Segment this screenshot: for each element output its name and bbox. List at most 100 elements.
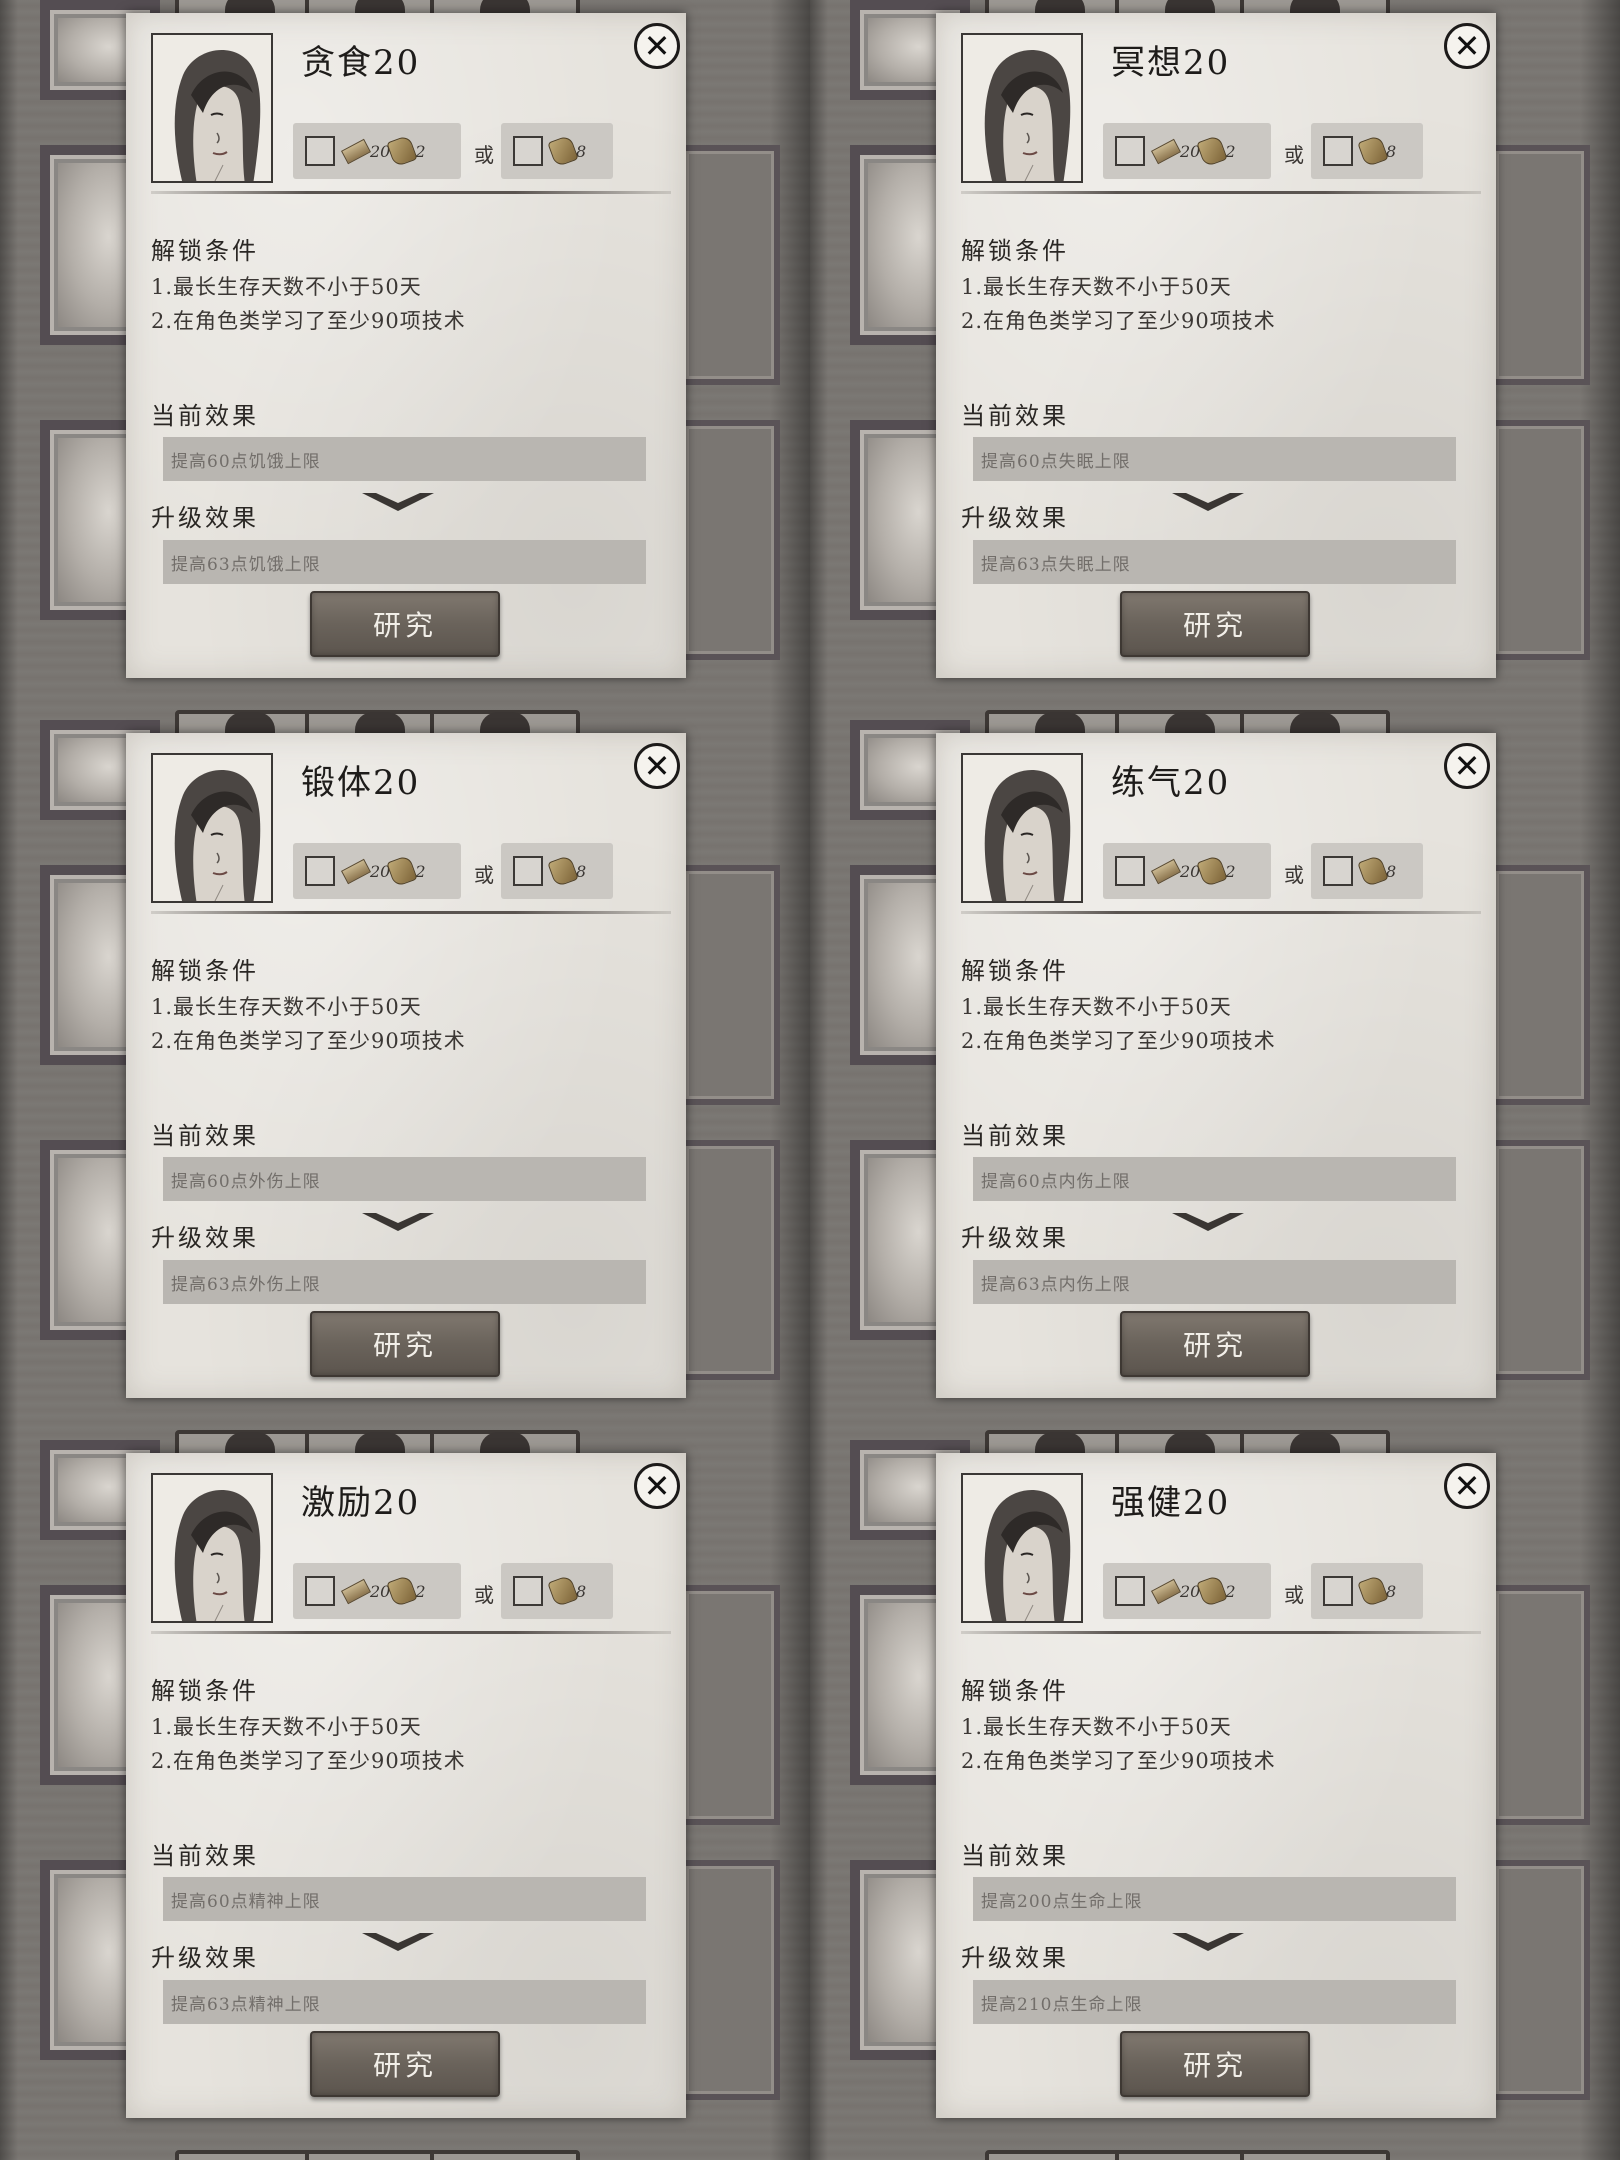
divider xyxy=(961,1631,1481,1634)
cost-option-materials-checkbox[interactable] xyxy=(1115,856,1145,886)
research-button[interactable]: 研究 xyxy=(1120,2031,1310,2097)
upgrade-effect-value: 提高210点生命上限 xyxy=(973,1980,1456,2024)
skill-dialog-2: 冥想20 ✕ 20 2 或 8 解锁条件 1.最长生存天数不小于50天 2.在角… xyxy=(936,13,1496,678)
divider xyxy=(151,191,671,194)
current-effect-value: 提高60点饥饿上限 xyxy=(163,437,646,481)
unlock-conditions-heading: 解锁条件 xyxy=(961,237,1069,265)
or-label: 或 xyxy=(474,1583,494,1607)
cost-option-scrolls: 8 xyxy=(501,123,613,179)
unlock-condition-1: 1.最长生存天数不小于50天 xyxy=(961,1715,1232,1739)
cost-option-scrolls-checkbox[interactable] xyxy=(513,136,543,166)
cost-option-materials: 20 2 xyxy=(1103,843,1271,899)
character-portrait xyxy=(961,33,1083,183)
background-frame xyxy=(680,1140,780,1380)
scroll-cost-value: 2 xyxy=(1225,1581,1236,1601)
research-button[interactable]: 研究 xyxy=(310,591,500,657)
background-frame xyxy=(680,145,780,385)
cost-option-materials-checkbox[interactable] xyxy=(305,1576,335,1606)
close-button[interactable]: ✕ xyxy=(634,743,680,789)
cost-option-scrolls: 8 xyxy=(501,843,613,899)
close-icon: ✕ xyxy=(1453,747,1481,785)
chevron-down-icon xyxy=(362,493,434,511)
chevron-down-icon xyxy=(1172,493,1244,511)
cost-option-materials-checkbox[interactable] xyxy=(1115,1576,1145,1606)
skill-title: 冥想20 xyxy=(1111,43,1231,83)
skill-title: 练气20 xyxy=(1111,763,1231,803)
research-button[interactable]: 研究 xyxy=(1120,591,1310,657)
character-portrait xyxy=(961,1473,1083,1623)
wood-plank-icon xyxy=(341,1578,371,1604)
background-tab xyxy=(430,2150,580,2160)
cost-option-scrolls-checkbox[interactable] xyxy=(1323,856,1353,886)
cost-option-materials-checkbox[interactable] xyxy=(1115,136,1145,166)
character-portrait xyxy=(151,1473,273,1623)
upgrade-effect-value: 提高63点精神上限 xyxy=(163,1980,646,2024)
cost-option-materials: 20 2 xyxy=(293,123,461,179)
cost-option-scrolls: 8 xyxy=(1311,123,1423,179)
background-frame xyxy=(1490,145,1590,385)
close-icon: ✕ xyxy=(643,747,671,785)
unlock-conditions-heading: 解锁条件 xyxy=(961,957,1069,985)
current-effect-value: 提高60点内伤上限 xyxy=(973,1157,1456,1201)
research-button[interactable]: 研究 xyxy=(310,1311,500,1377)
unlock-condition-2: 2.在角色类学习了至少90项技术 xyxy=(961,1749,1276,1773)
scroll-icon xyxy=(1357,1574,1389,1608)
scroll-icon xyxy=(1196,134,1229,168)
unlock-condition-2: 2.在角色类学习了至少90项技术 xyxy=(151,1749,466,1773)
close-button[interactable]: ✕ xyxy=(634,23,680,69)
unlock-condition-1: 1.最长生存天数不小于50天 xyxy=(961,275,1232,299)
cost-option-scrolls: 8 xyxy=(1311,1563,1423,1619)
research-button[interactable]: 研究 xyxy=(310,2031,500,2097)
close-button[interactable]: ✕ xyxy=(634,1463,680,1509)
upgrade-effect-value: 提高63点外伤上限 xyxy=(163,1260,646,1304)
scroll-icon xyxy=(386,1574,419,1608)
research-button[interactable]: 研究 xyxy=(1120,1311,1310,1377)
skill-dialog-6: 强健20 ✕ 20 2 或 8 解锁条件 1.最长生存天数不小于50天 2.在角… xyxy=(936,1453,1496,2118)
cost-option-scrolls-checkbox[interactable] xyxy=(1323,1576,1353,1606)
cost-option-scrolls: 8 xyxy=(501,1563,613,1619)
skill-dialog-5: 激励20 ✕ 20 2 或 8 解锁条件 1.最长生存天数不小于50天 2.在角… xyxy=(126,1453,686,2118)
divider xyxy=(151,1631,671,1634)
or-label: 或 xyxy=(1284,1583,1304,1607)
current-effect-heading: 当前效果 xyxy=(961,1842,1069,1870)
close-button[interactable]: ✕ xyxy=(1444,1463,1490,1509)
wood-plank-icon xyxy=(341,138,371,164)
close-button[interactable]: ✕ xyxy=(1444,23,1490,69)
unlock-condition-2: 2.在角色类学习了至少90项技术 xyxy=(961,309,1276,333)
current-effect-value: 提高60点精神上限 xyxy=(163,1877,646,1921)
skill-title: 锻体20 xyxy=(301,763,421,803)
current-effect-value: 提高200点生命上限 xyxy=(973,1877,1456,1921)
divider xyxy=(961,911,1481,914)
close-button[interactable]: ✕ xyxy=(1444,743,1490,789)
background-frame xyxy=(1490,1860,1590,2100)
upgrade-effect-heading: 升级效果 xyxy=(961,1224,1069,1252)
upgrade-effect-heading: 升级效果 xyxy=(151,1944,259,1972)
skill-title: 激励20 xyxy=(301,1483,421,1523)
skill-title: 强健20 xyxy=(1111,1483,1231,1523)
scroll-icon xyxy=(386,134,419,168)
close-icon: ✕ xyxy=(1453,27,1481,65)
cost-option-scrolls: 8 xyxy=(1311,843,1423,899)
scroll-icon xyxy=(1196,1574,1229,1608)
close-icon: ✕ xyxy=(643,27,671,65)
chevron-down-icon xyxy=(362,1213,434,1231)
background-frame xyxy=(1490,1140,1590,1380)
wood-plank-icon xyxy=(341,858,371,884)
upgrade-effect-heading: 升级效果 xyxy=(151,1224,259,1252)
divider xyxy=(151,911,671,914)
background-frame xyxy=(680,865,780,1105)
scroll-icon xyxy=(547,1574,579,1608)
background-frame xyxy=(680,1585,780,1825)
close-icon: ✕ xyxy=(1453,1467,1481,1505)
cost-option-materials-checkbox[interactable] xyxy=(305,856,335,886)
background-tab xyxy=(985,2150,1135,2160)
scroll-icon xyxy=(386,854,419,888)
cost-option-scrolls-checkbox[interactable] xyxy=(1323,136,1353,166)
unlock-conditions-heading: 解锁条件 xyxy=(961,1677,1069,1705)
cost-option-materials-checkbox[interactable] xyxy=(305,136,335,166)
cost-option-scrolls-checkbox[interactable] xyxy=(513,856,543,886)
cost-option-scrolls-checkbox[interactable] xyxy=(513,1576,543,1606)
background-frame xyxy=(1490,865,1590,1105)
current-effect-heading: 当前效果 xyxy=(151,1842,259,1870)
cost-option-materials: 20 2 xyxy=(293,1563,461,1619)
